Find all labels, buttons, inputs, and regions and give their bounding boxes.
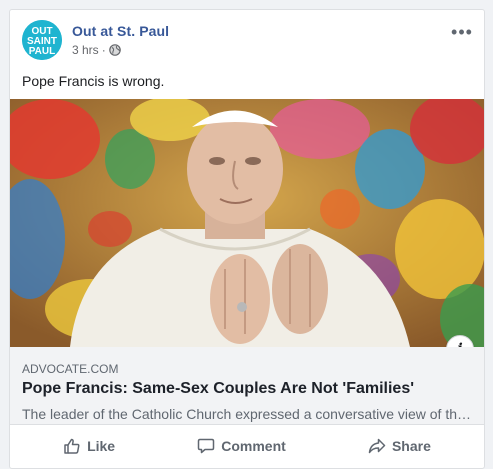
more-options-button[interactable]: ••• — [450, 22, 474, 42]
page-name-link[interactable]: Out at St. Paul — [72, 23, 169, 39]
link-description: The leader of the Catholic Church expres… — [22, 406, 474, 422]
avatar[interactable]: OUT SAINT PAUL — [22, 20, 62, 60]
like-label: Like — [87, 438, 116, 454]
share-icon — [368, 438, 386, 454]
action-bar: Like Comment Share — [22, 425, 472, 467]
post-header: OUT SAINT PAUL Out at St. Paul 3 hrs · •… — [10, 10, 484, 68]
like-button[interactable]: Like — [49, 431, 129, 461]
comment-icon — [198, 438, 215, 454]
like-icon — [64, 438, 80, 454]
comment-button[interactable]: Comment — [183, 431, 300, 461]
link-domain: ADVOCATE.COM — [22, 362, 119, 376]
comment-label: Comment — [221, 438, 286, 454]
more-icon: ••• — [451, 21, 473, 42]
avatar-logo: OUT SAINT PAUL — [22, 20, 62, 60]
link-preview-image[interactable] — [10, 99, 484, 347]
link-title[interactable]: Pope Francis: Same-Sex Couples Are Not '… — [22, 380, 414, 398]
post-timestamp[interactable]: 3 hrs — [72, 43, 99, 57]
pope-photo — [10, 99, 484, 347]
share-label: Share — [391, 438, 431, 454]
share-button[interactable]: Share — [354, 431, 445, 461]
post-meta: 3 hrs · — [72, 43, 121, 57]
meta-separator: · — [101, 43, 106, 57]
post-card: OUT SAINT PAUL Out at St. Paul 3 hrs · •… — [9, 9, 485, 469]
link-preview-box[interactable]: ADVOCATE.COM Pope Francis: Same-Sex Coup… — [10, 347, 484, 425]
post-text: Pope Francis is wrong. — [22, 73, 165, 89]
globe-icon[interactable] — [108, 44, 121, 56]
avatar-text-3: PAUL — [29, 46, 55, 57]
